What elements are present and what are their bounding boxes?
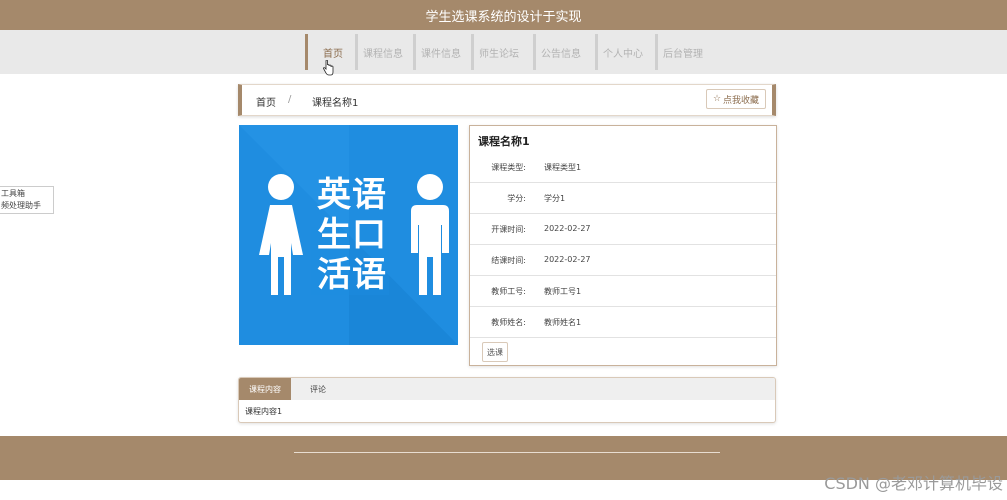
row-label: 学分: — [507, 194, 526, 203]
image-text-line3: 活语 — [317, 255, 387, 295]
image-text-line2: 生口 — [317, 215, 387, 255]
nav-item-forum[interactable]: 师生论坛 — [471, 34, 524, 70]
hand-cursor-icon — [323, 60, 334, 76]
row-value: 学分1 — [544, 194, 566, 203]
row-label: 课程类型: — [491, 163, 526, 172]
detail-row-start-date: 开课时间: 2022-02-27 — [470, 214, 776, 245]
top-title-bar: 学生选课系统的设计于实现 — [0, 0, 1007, 30]
star-outline-icon: ☆ — [712, 94, 722, 104]
site-title: 学生选课系统的设计于实现 — [425, 9, 582, 25]
footer-divider — [294, 452, 720, 453]
tab-comments[interactable]: 评论 — [301, 378, 335, 400]
nav-item-label: 公告信息 — [541, 48, 581, 60]
nav-item-courseware-info[interactable]: 课件信息 — [413, 34, 466, 70]
course-title: 课程名称1 — [478, 135, 530, 148]
row-label: 教师工号: — [491, 287, 526, 296]
favorite-button-label: 点我收藏 — [723, 95, 760, 106]
detail-row-type: 课程类型: 课程类型1 — [470, 152, 776, 183]
breadcrumb-home[interactable]: 首页 — [256, 94, 276, 109]
nav-item-label: 首页 — [323, 48, 343, 60]
nav-item-personal-center[interactable]: 个人中心 — [595, 34, 648, 70]
favorite-button[interactable]: ☆ 点我收藏 — [706, 89, 766, 109]
detail-row-end-date: 结课时间: 2022-02-27 — [470, 245, 776, 276]
row-value: 2022-02-27 — [544, 224, 591, 233]
nav-item-label: 课程信息 — [363, 48, 403, 60]
floating-toolbox[interactable]: 工具箱 频处理助手 — [0, 186, 54, 214]
breadcrumb-current: 课程名称1 — [312, 98, 359, 109]
nav-item-announcements[interactable]: 公告信息 — [533, 34, 586, 70]
toolbox-subtitle: 频处理助手 — [1, 201, 41, 210]
tab-course-content[interactable]: 课程内容 — [239, 378, 291, 400]
detail-row-credits: 学分: 学分1 — [470, 183, 776, 214]
nav-item-admin[interactable]: 后台管理 — [655, 34, 708, 70]
row-value: 2022-02-27 — [544, 255, 591, 264]
tabs-header: 课程内容 评论 — [239, 378, 775, 400]
nav-item-label: 个人中心 — [603, 48, 643, 60]
nav-item-label: 后台管理 — [663, 48, 703, 60]
content-tabs-panel: 课程内容 评论 课程内容1 — [238, 377, 776, 423]
main-nav: 首页 课程信息 课件信息 师生论坛 公告信息 个人中心 后台管理 — [0, 30, 1007, 74]
image-text-line1: 英语 — [317, 175, 387, 215]
row-label: 开课时间: — [491, 225, 526, 234]
nav-item-label: 课件信息 — [421, 48, 461, 60]
row-value: 课程类型1 — [544, 163, 582, 172]
man-figure-head — [417, 174, 443, 200]
course-detail-panel: 课程名称1 课程类型: 课程类型1 学分: 学分1 开课时间: 2022-02-… — [469, 125, 777, 366]
row-value: 教师工号1 — [544, 287, 582, 296]
row-label: 结课时间: — [491, 256, 526, 265]
toolbox-title: 工具箱 — [1, 189, 25, 198]
breadcrumb-separator: / — [288, 94, 292, 105]
row-value: 教师姓名1 — [544, 318, 582, 327]
woman-figure-head — [268, 174, 294, 200]
nav-item-course-info[interactable]: 课程信息 — [355, 34, 408, 70]
detail-row-teacher-id: 教师工号: 教师工号1 — [470, 276, 776, 307]
row-label: 教师姓名: — [491, 318, 526, 327]
tab-content-text: 课程内容1 — [245, 407, 283, 416]
breadcrumb: 首页 / 课程名称1 ☆ 点我收藏 — [238, 84, 776, 116]
course-image: 英语 生口 活语 — [239, 125, 458, 345]
detail-row-teacher-name: 教师姓名: 教师姓名1 — [470, 307, 776, 338]
select-course-button[interactable]: 选课 — [482, 342, 508, 362]
nav-item-label: 师生论坛 — [479, 48, 519, 60]
watermark: CSDN @老邓计算机毕设 — [824, 474, 1003, 493]
course-image-text: 英语 生口 活语 — [307, 175, 397, 295]
